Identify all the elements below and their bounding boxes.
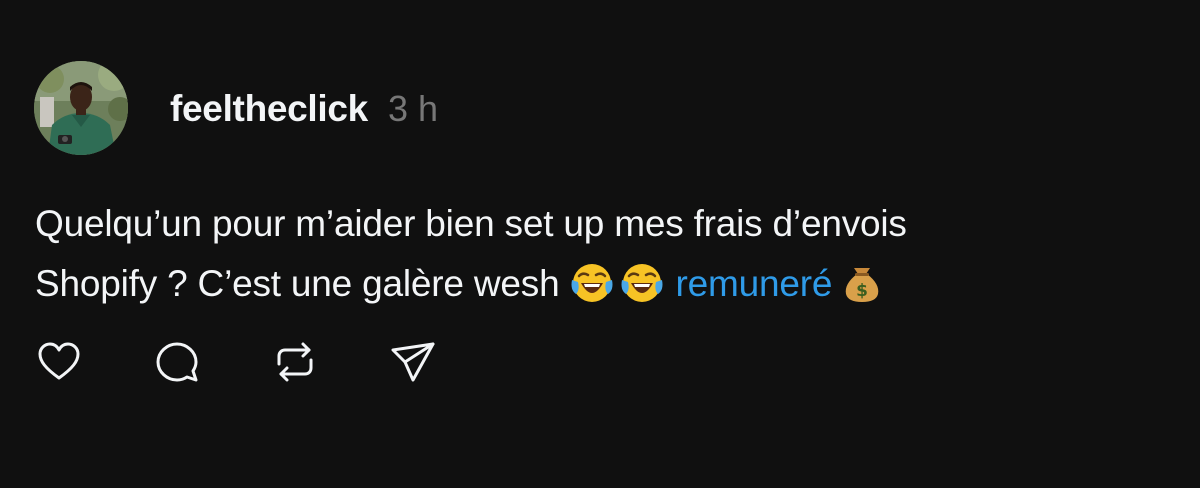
post-actions — [34, 334, 506, 390]
repost-icon — [277, 342, 313, 382]
avatar-photo — [34, 61, 128, 155]
post-text: Quelqu’un pour m’aider bien set up mes f… — [35, 194, 1155, 314]
heart-icon — [38, 342, 80, 380]
post-text-line-2-prefix: Shopify ? C’est une galère wesh — [35, 263, 560, 304]
like-button[interactable] — [34, 337, 84, 387]
thread-post: feeltheclick 3 h Quelqu’un pour m’aider … — [0, 0, 1200, 488]
svg-text:$: $ — [857, 281, 869, 301]
comment-icon — [156, 342, 198, 382]
tears-of-joy-emoji-icon — [570, 260, 614, 304]
share-icon — [391, 342, 435, 382]
post-header: feeltheclick 3 h — [170, 88, 438, 132]
author-username[interactable]: feeltheclick — [170, 88, 368, 130]
tears-of-joy-emoji-icon — [620, 260, 664, 304]
remunere-link[interactable]: remuneré — [676, 263, 833, 304]
repost-button[interactable] — [270, 337, 320, 387]
post-text-line-2: Shopify ? C’est une galère wesh remuneré… — [35, 254, 1155, 314]
author-avatar[interactable] — [34, 61, 128, 155]
share-button[interactable] — [388, 337, 438, 387]
money-bag-emoji-icon: $ — [842, 260, 882, 304]
post-text-line-1: Quelqu’un pour m’aider bien set up mes f… — [35, 203, 907, 244]
post-timestamp: 3 h — [387, 88, 438, 129]
reply-button[interactable] — [152, 337, 202, 387]
